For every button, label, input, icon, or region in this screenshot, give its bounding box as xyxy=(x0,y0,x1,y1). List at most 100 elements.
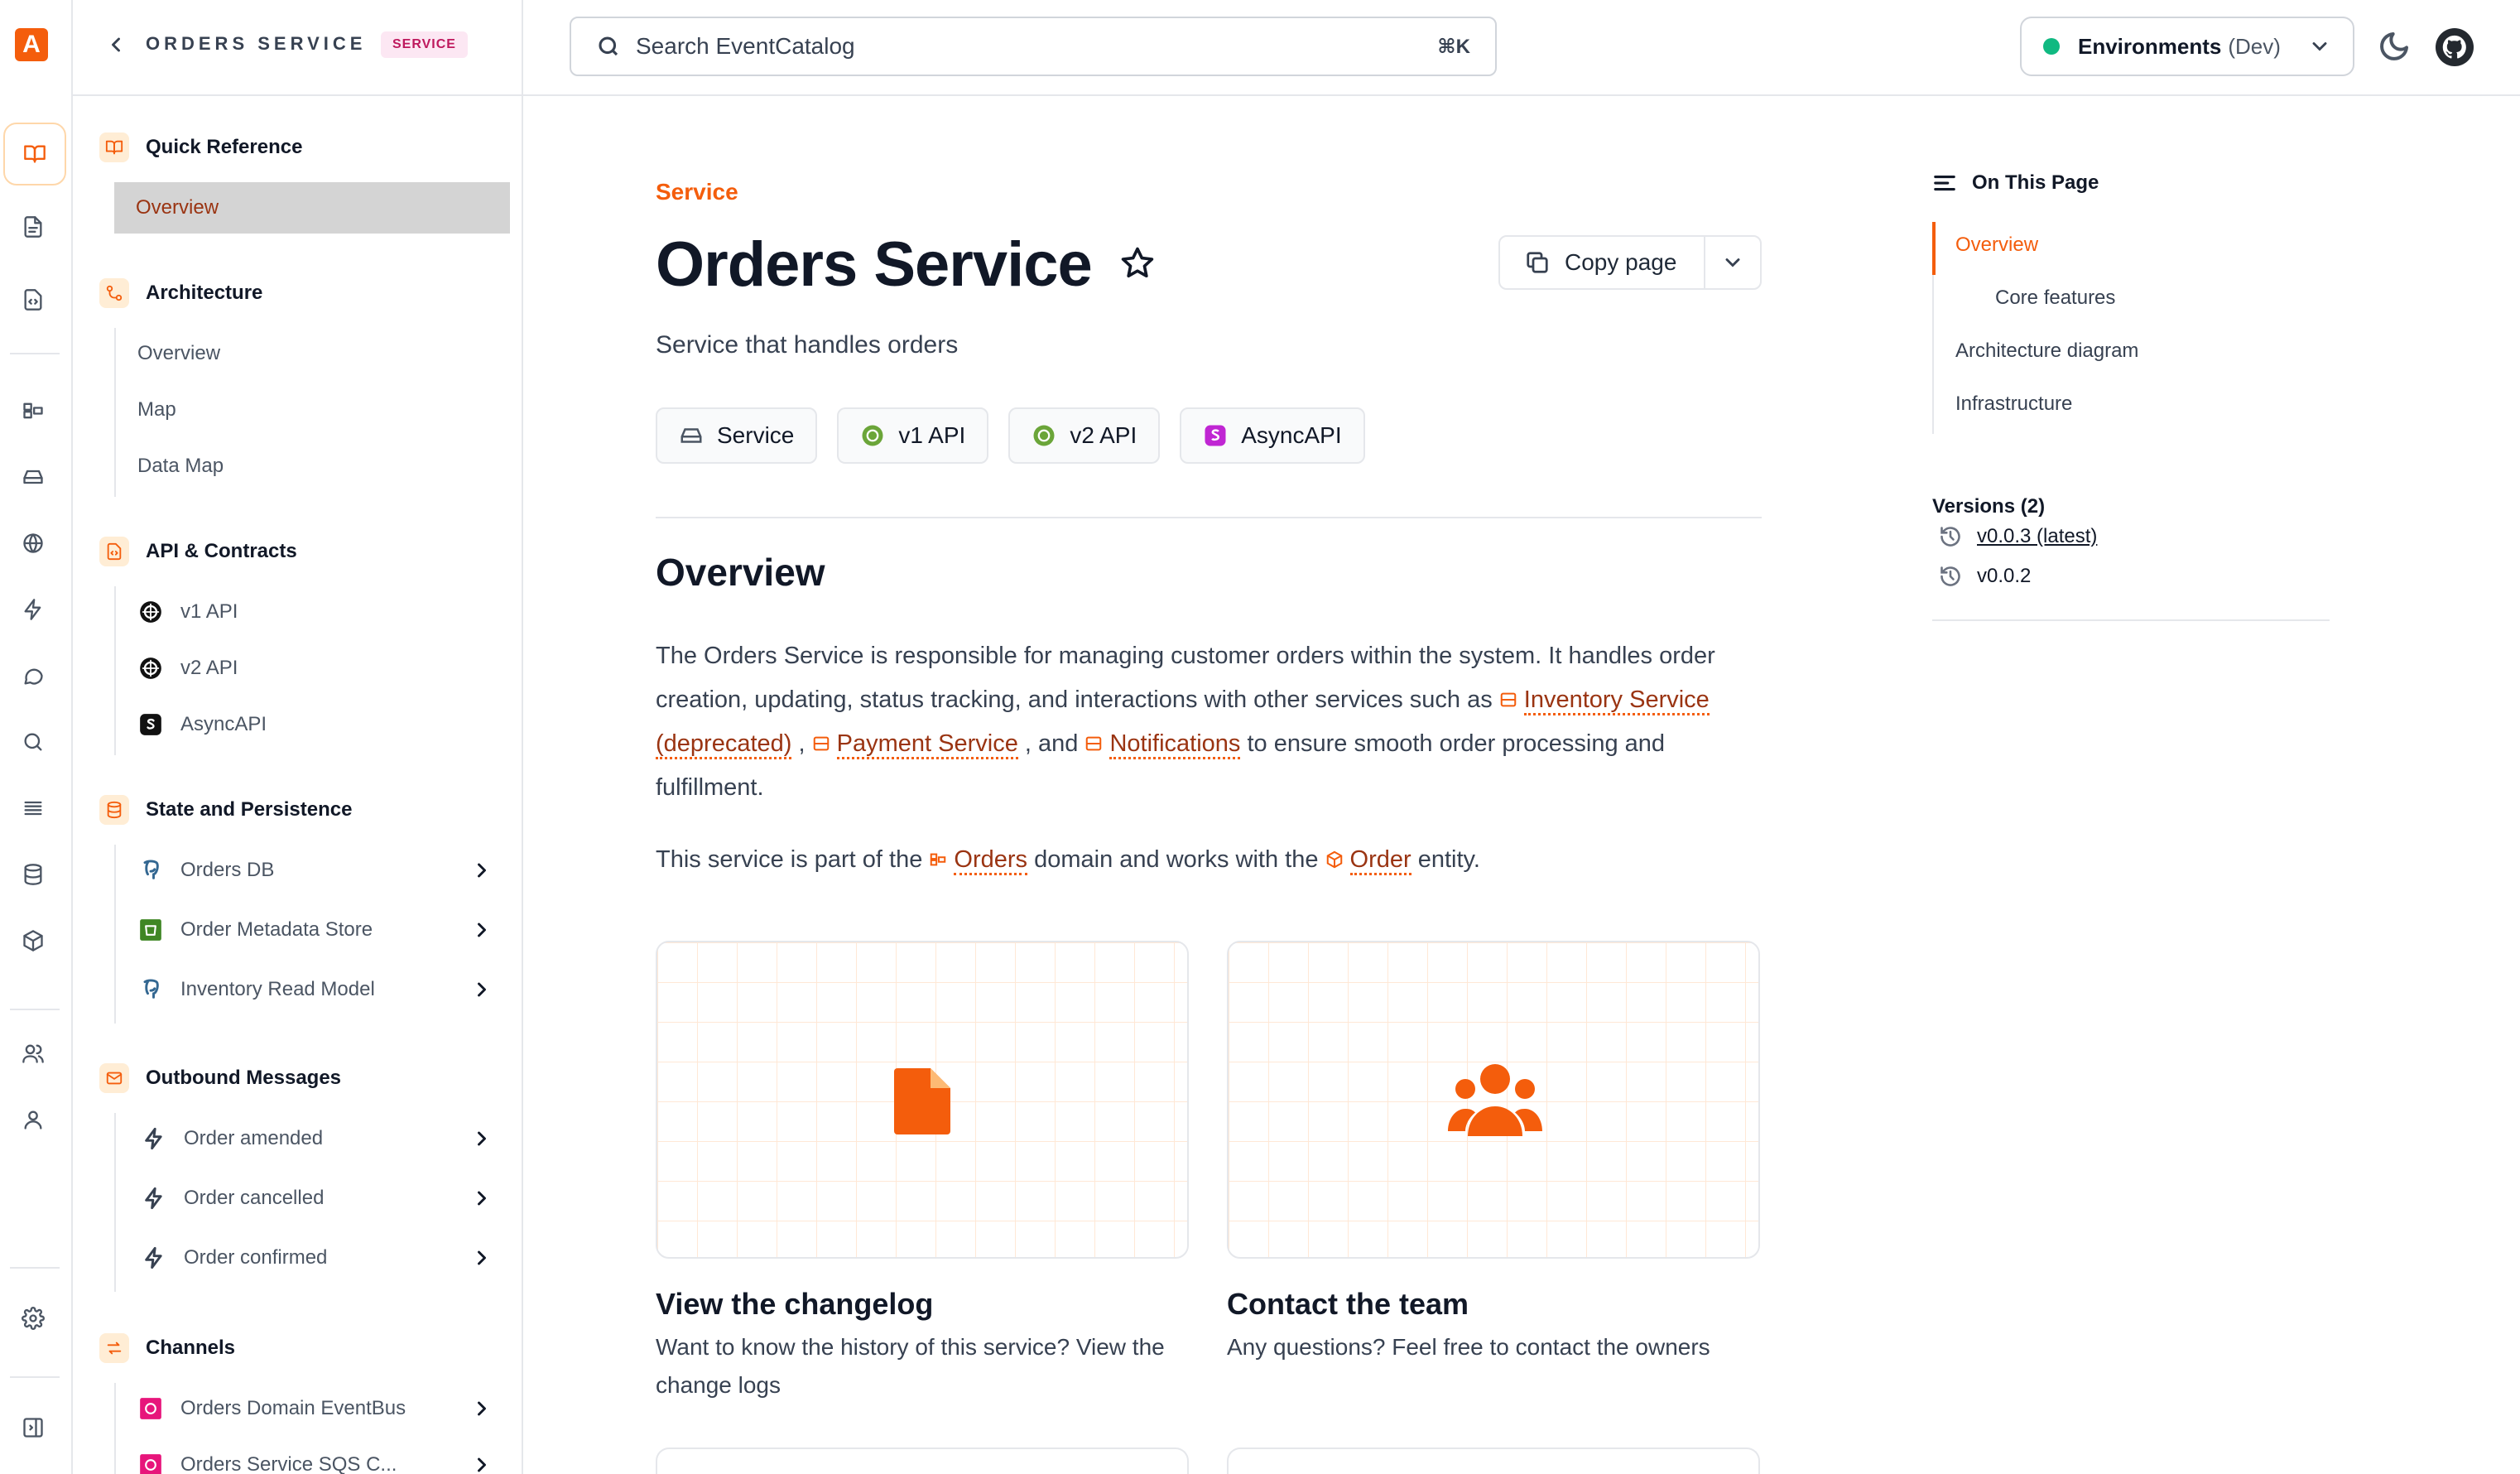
section-architecture: Architecture xyxy=(99,277,262,310)
asyncapi-icon xyxy=(1205,425,1226,446)
pill-service[interactable]: Service xyxy=(656,407,818,464)
favorite-button[interactable] xyxy=(1119,245,1156,282)
code-file-nav-button[interactable] xyxy=(17,283,50,316)
pill-v1-api[interactable]: v1 API xyxy=(837,407,989,464)
sidebar-item-arch-overview[interactable]: Overview xyxy=(116,328,510,379)
sidebar-title: ORDERS SERVICE xyxy=(146,33,367,54)
openapi-icon xyxy=(140,658,161,679)
lightning-icon xyxy=(24,599,41,620)
toc-item-architecture-diagram[interactable]: Architecture diagram xyxy=(1955,340,2138,363)
section-api-contracts: API & Contracts xyxy=(99,535,297,568)
docs-nav-button[interactable] xyxy=(3,123,66,185)
sidebar-item-order-metadata-store[interactable]: Order Metadata Store xyxy=(116,904,510,956)
sidebar-item-order-amended[interactable]: Order amended xyxy=(116,1113,510,1164)
chevron-down-icon xyxy=(1725,258,1740,267)
chat-nav-button[interactable] xyxy=(17,659,50,692)
contact-team-card[interactable] xyxy=(1227,941,1760,1259)
moon-icon xyxy=(2380,32,2408,60)
environment-value: (Dev) xyxy=(2228,33,2281,59)
chevron-right-icon xyxy=(478,922,486,937)
arrows-swap-icon xyxy=(107,1342,122,1355)
sidebar-item-order-confirmed[interactable]: Order confirmed xyxy=(116,1232,510,1284)
sidebar-item-v1-api[interactable]: v1 API xyxy=(116,586,510,638)
gear-icon xyxy=(22,1307,45,1330)
toc-item-core-features[interactable]: Core features xyxy=(1995,287,2115,310)
card-partial[interactable] xyxy=(1227,1448,1760,1474)
section-outbound-messages: Outbound Messages xyxy=(99,1062,341,1095)
postgres-icon xyxy=(143,979,159,999)
card-partial[interactable] xyxy=(656,1448,1189,1474)
pill-asyncapi[interactable]: AsyncAPI xyxy=(1180,407,1365,464)
list-nav-button[interactable] xyxy=(17,792,50,825)
link-payment-service[interactable]: Payment Service xyxy=(836,730,1018,759)
domain-paragraph: This service is part of the Orders domai… xyxy=(656,838,1762,882)
chevron-right-icon xyxy=(478,1401,486,1416)
chevron-right-icon xyxy=(478,1250,486,1265)
environment-selector[interactable]: Environments (Dev) xyxy=(2020,17,2354,76)
github-icon xyxy=(2442,35,2466,59)
app-logo[interactable]: A xyxy=(15,28,48,61)
lightning-icon xyxy=(145,1187,162,1210)
sidebar-item-orders-service-sqs[interactable]: Orders Service SQS C... xyxy=(116,1439,510,1474)
domains-nav-button[interactable] xyxy=(17,394,50,427)
contact-team-card-title[interactable]: Contact the team xyxy=(1227,1287,1469,1322)
sidebar-item-inventory-read-model[interactable]: Inventory Read Model xyxy=(116,964,510,1015)
search-icon xyxy=(599,36,618,56)
versions-heading: Versions (2) xyxy=(1932,495,2046,518)
search-input[interactable]: Search EventCatalog ⌘K xyxy=(570,17,1497,76)
services-nav-button[interactable] xyxy=(17,460,50,494)
changelog-card[interactable] xyxy=(656,941,1189,1259)
settings-nav-button[interactable] xyxy=(17,1302,50,1335)
version-previous[interactable]: v0.0.2 xyxy=(1939,565,2031,588)
sidebar-item-orders-db[interactable]: Orders DB xyxy=(116,845,510,896)
history-icon xyxy=(1940,527,1960,547)
file-code-icon xyxy=(24,289,42,311)
copy-options-dropdown[interactable] xyxy=(1705,251,1760,274)
entities-nav-button[interactable] xyxy=(17,924,50,957)
pill-v2-api[interactable]: v2 API xyxy=(1008,407,1161,464)
star-icon xyxy=(1121,247,1154,278)
service-badge: SERVICE xyxy=(381,31,468,58)
openapi-icon xyxy=(1033,425,1055,446)
align-left-icon xyxy=(1934,175,1955,191)
toc-heading: On This Page xyxy=(1932,171,2099,195)
pages-nav-button[interactable] xyxy=(17,210,50,243)
sidebar-item-asyncapi[interactable]: AsyncAPI xyxy=(116,699,510,750)
sidebar-item-v2-api[interactable]: v2 API xyxy=(116,643,510,694)
toc-item-overview[interactable]: Overview xyxy=(1955,234,2038,257)
link-notifications[interactable]: Notifications xyxy=(1109,730,1241,759)
section-channels: Channels xyxy=(99,1332,235,1365)
users-nav-button[interactable] xyxy=(17,1103,50,1136)
search-icon xyxy=(24,733,42,751)
theme-toggle-button[interactable] xyxy=(2378,30,2411,63)
changelog-card-text: Want to know the history of this service… xyxy=(656,1334,1165,1398)
server-icon xyxy=(1084,724,1103,751)
collapse-sidebar-button[interactable] xyxy=(17,1411,50,1444)
book-open-icon xyxy=(105,140,123,155)
link-order-entity[interactable]: Order xyxy=(1349,846,1411,875)
search-nav-button[interactable] xyxy=(17,725,50,759)
environment-status-dot xyxy=(2043,38,2060,55)
events-nav-button[interactable] xyxy=(17,593,50,626)
book-open-icon xyxy=(24,145,46,163)
eventbridge-icon xyxy=(140,1398,161,1419)
chevron-right-icon xyxy=(478,982,486,997)
apis-nav-button[interactable] xyxy=(17,527,50,560)
copy-page-button[interactable]: Copy page xyxy=(1500,237,1705,288)
sqs-icon xyxy=(140,1454,161,1474)
cube-icon xyxy=(1325,840,1344,869)
sidebar-item-orders-domain-eventbus[interactable]: Orders Domain EventBus xyxy=(116,1383,510,1434)
server-icon xyxy=(680,428,702,443)
teams-nav-button[interactable] xyxy=(17,1037,50,1070)
sidebar-item-overview[interactable]: Overview xyxy=(114,182,510,234)
github-link[interactable] xyxy=(2436,28,2474,66)
sidebar-item-data-map[interactable]: Data Map xyxy=(116,441,510,492)
changelog-card-title[interactable]: View the changelog xyxy=(656,1287,933,1322)
toc-item-infrastructure[interactable]: Infrastructure xyxy=(1955,393,2072,416)
sidebar-item-map[interactable]: Map xyxy=(116,384,510,436)
link-orders-domain[interactable]: Orders xyxy=(954,846,1028,875)
database-nav-button[interactable] xyxy=(17,858,50,891)
sidebar-item-order-cancelled[interactable]: Order cancelled xyxy=(116,1173,510,1224)
version-latest[interactable]: v0.0.3 (latest) xyxy=(1939,525,2097,548)
back-button[interactable] xyxy=(104,33,127,56)
